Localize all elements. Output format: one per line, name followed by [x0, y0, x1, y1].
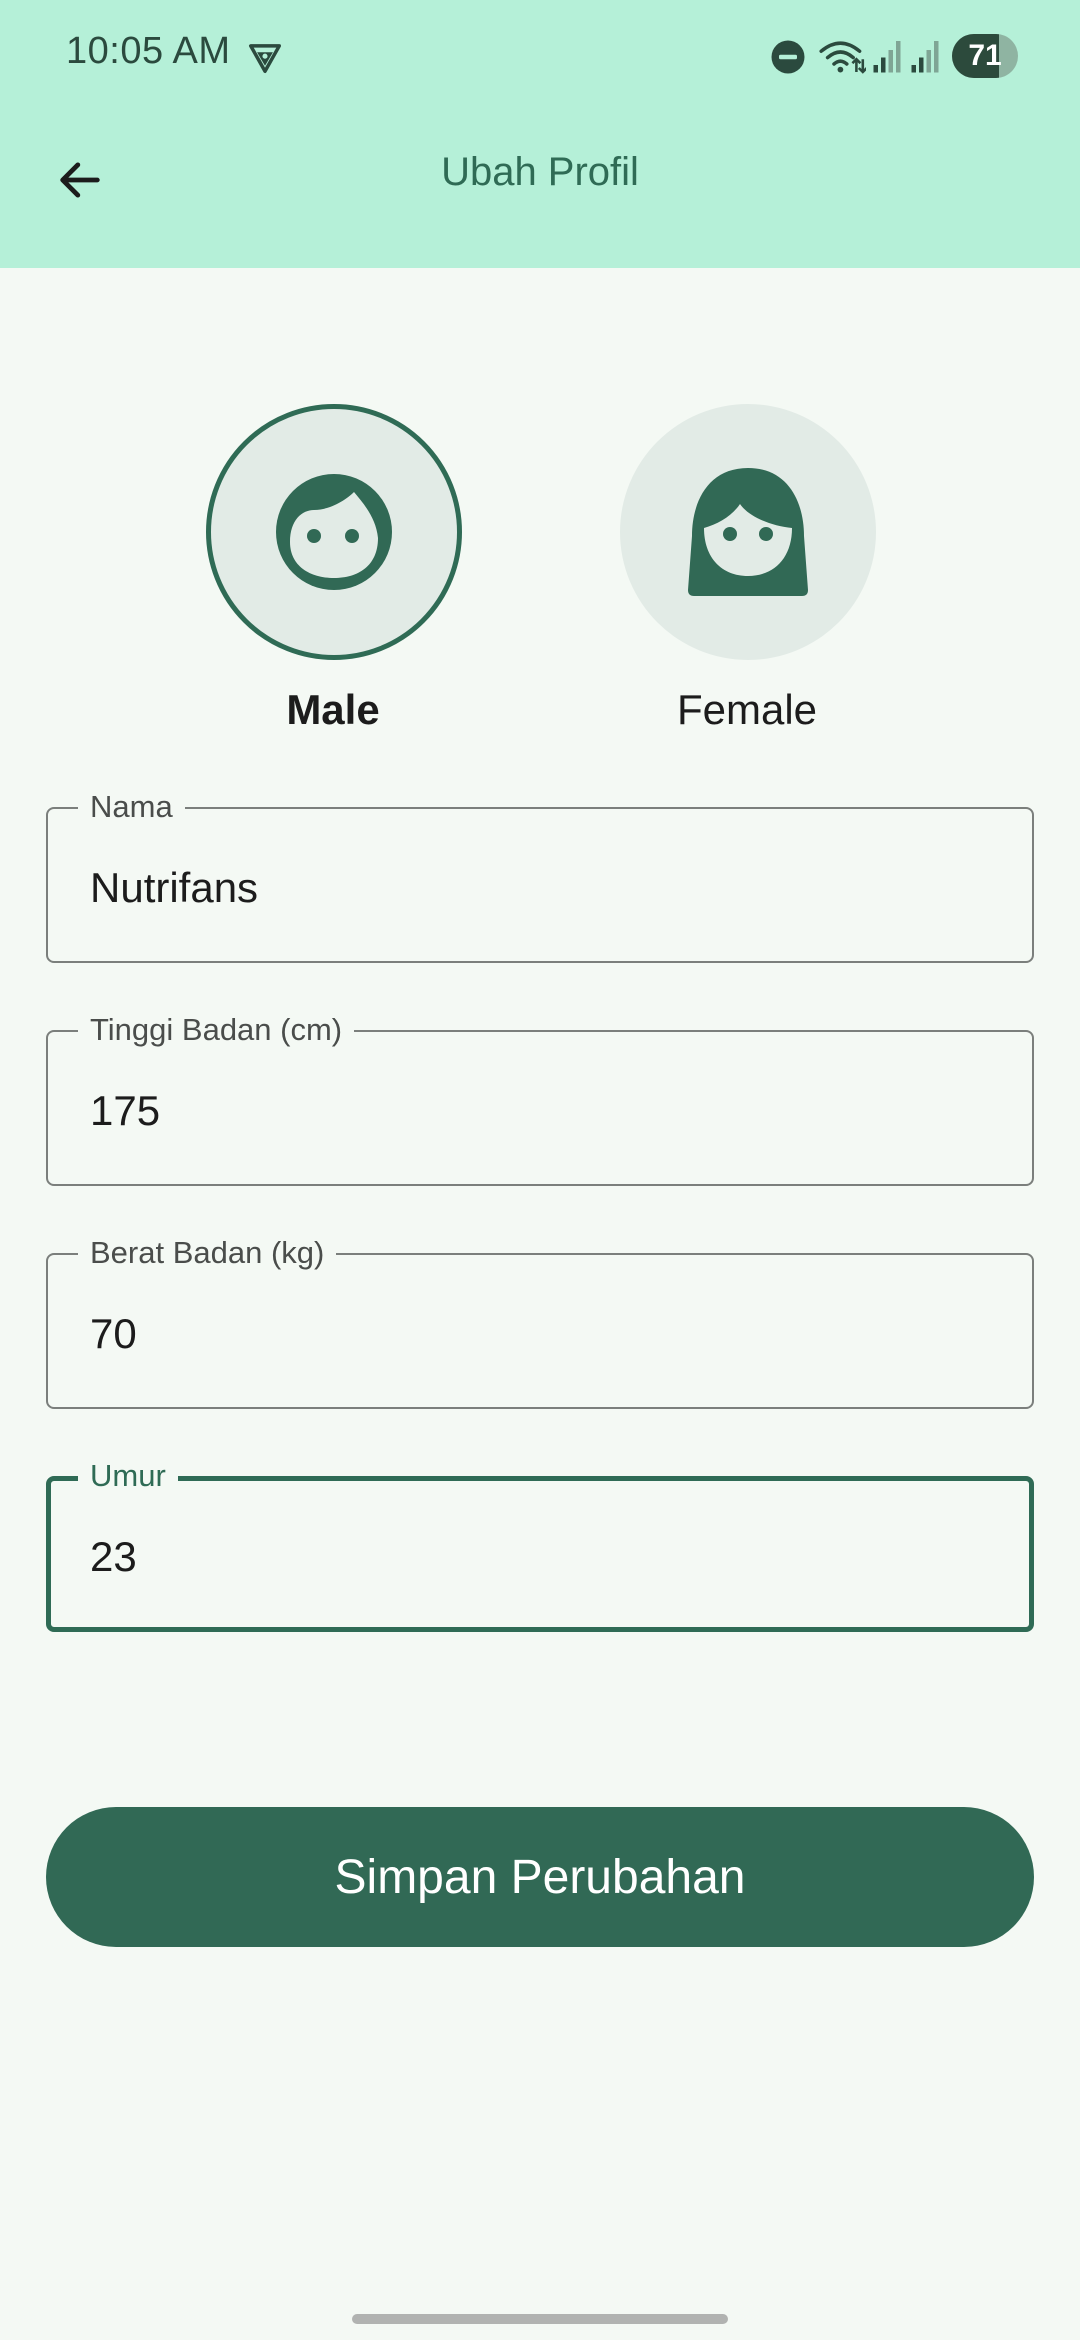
gender-label-male: Male	[286, 686, 380, 733]
save-changes-button[interactable]: Simpan Perubahan	[46, 1807, 1034, 1947]
field-label: Berat Badan (kg)	[78, 1236, 337, 1270]
weight-field[interactable]: Berat Badan (kg) 70	[46, 1236, 1034, 1409]
name-field[interactable]: Nama Nutrifans	[46, 790, 1034, 963]
field-label: Nama	[78, 790, 185, 824]
vpn-icon	[249, 44, 281, 73]
male-face-icon	[276, 474, 392, 590]
battery-icon: 71	[952, 34, 1018, 78]
height-field[interactable]: Tinggi Badan (cm) 175	[46, 1013, 1034, 1186]
app-header: 10:05 AM 71 Ubah Profil	[0, 0, 1080, 268]
gender-option-female[interactable]	[620, 404, 876, 660]
home-indicator[interactable]	[352, 2314, 728, 2324]
dnd-icon	[771, 40, 805, 74]
field-value: 23	[90, 1533, 137, 1580]
page-title: Ubah Profil	[441, 150, 639, 194]
field-value: 175	[90, 1087, 161, 1134]
field-label: Tinggi Badan (cm)	[78, 1013, 355, 1047]
age-field[interactable]: Umur 23	[46, 1459, 1034, 1632]
field-label: Umur	[78, 1459, 178, 1493]
gender-label-female: Female	[676, 686, 818, 733]
status-time: 10:05 AM	[66, 30, 231, 72]
female-face-icon	[688, 468, 808, 596]
status-bar: 10:05 AM 71	[0, 0, 1080, 112]
signal-icon	[911, 41, 939, 73]
gender-option-male[interactable]	[206, 404, 462, 660]
field-value: Nutrifans	[90, 864, 259, 911]
field-value: 70	[90, 1310, 137, 1357]
wifi-icon	[819, 41, 866, 74]
signal-icon	[873, 41, 901, 73]
battery-level: 71	[968, 39, 1002, 72]
